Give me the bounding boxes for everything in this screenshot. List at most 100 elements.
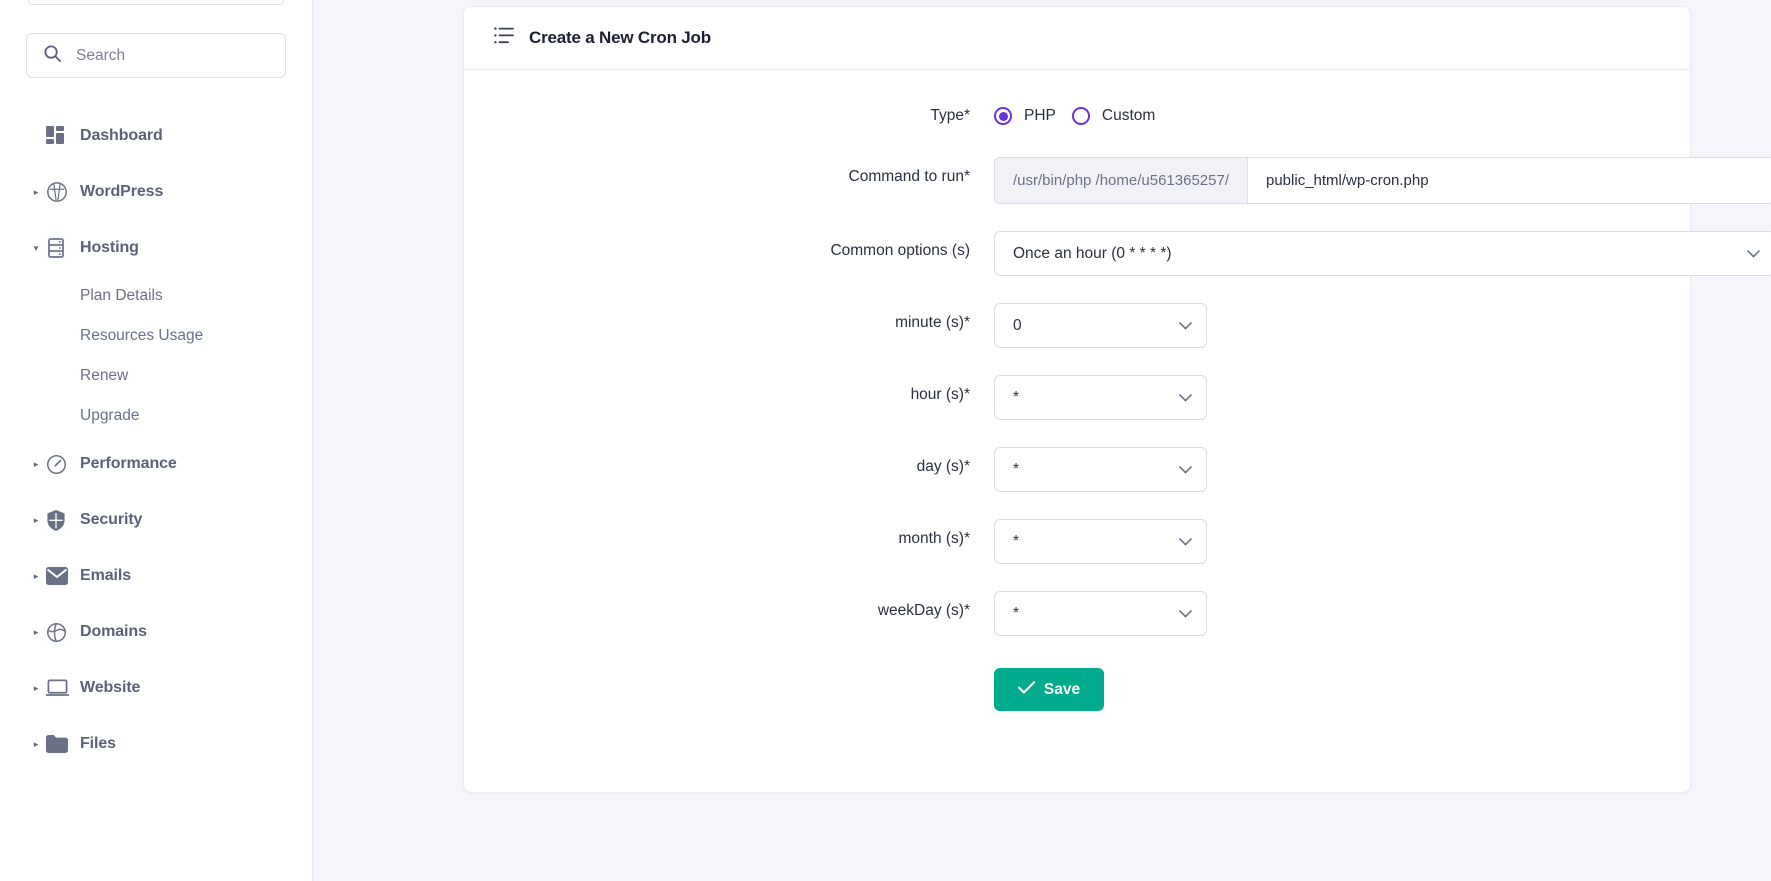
command-label: Command to run* — [848, 168, 970, 185]
laptop-icon — [46, 679, 80, 697]
globe-icon — [46, 622, 80, 643]
month-label: month (s)* — [898, 530, 971, 547]
day-value: * — [1013, 460, 1020, 478]
save-control: Save — [994, 668, 1640, 711]
sidebar-item-files[interactable]: ▸ Files — [26, 716, 286, 772]
sidebar-item-website[interactable]: ▸ Website — [26, 660, 286, 716]
sidebar-nav: Dashboard ▸ WordPress ▾ Hosting Plan Det… — [26, 108, 286, 772]
sidebar-item-label: Security — [80, 511, 143, 528]
card-header: Create a New Cron Job — [464, 7, 1690, 70]
sidebar: Dashboard ▸ WordPress ▾ — [0, 0, 313, 881]
sidebar-item-dashboard[interactable]: Dashboard — [26, 108, 286, 164]
weekday-label: weekDay (s)* — [877, 602, 970, 619]
list-lines-icon — [494, 27, 514, 49]
save-button[interactable]: Save — [994, 668, 1104, 711]
month-value: * — [1013, 532, 1020, 550]
form-row-save: Save — [464, 668, 1640, 711]
minute-control: 0 — [994, 303, 1640, 348]
month-control: * — [994, 519, 1640, 564]
common-options-select[interactable]: Once an hour (0 * * * *) — [994, 231, 1771, 276]
chevron-down-icon[interactable] — [1747, 249, 1760, 258]
chevron-down-icon[interactable]: ▾ — [26, 243, 46, 253]
sidebar-item-label: Domains — [80, 623, 147, 640]
hour-value: * — [1013, 388, 1020, 406]
radio-option-custom[interactable]: Custom — [1071, 107, 1155, 125]
type-control: PHP Custom — [994, 102, 1640, 130]
minute-select[interactable]: 0 — [994, 303, 1207, 348]
folder-icon — [46, 735, 80, 753]
chevron-right-icon[interactable]: ▸ — [26, 627, 46, 637]
save-spacer — [464, 668, 994, 680]
form-row-minute: minute (s)* 0 — [464, 303, 1640, 348]
performance-gauge-icon — [46, 454, 80, 475]
weekday-control: * — [994, 591, 1640, 636]
sidebar-item-performance[interactable]: ▸ Performance — [26, 436, 286, 492]
sidebar-item-label: Website — [80, 679, 141, 696]
card-body: Type* PHP Custom Command to run* /usr/bi… — [464, 70, 1771, 792]
chevron-right-icon[interactable]: ▸ — [26, 187, 46, 197]
sidebar-item-wordpress[interactable]: ▸ WordPress — [26, 164, 286, 220]
command-input-group: /usr/bin/php /home/u561365257/ — [994, 157, 1771, 204]
chevron-down-icon[interactable] — [1179, 393, 1192, 402]
sidebar-item-label: WordPress — [80, 183, 164, 200]
radio-dot-icon[interactable] — [994, 107, 1012, 125]
chevron-down-icon[interactable] — [1179, 465, 1192, 474]
radio-dot-icon[interactable] — [1071, 107, 1090, 125]
sidebar-subitem-upgrade[interactable]: Upgrade — [26, 396, 286, 436]
day-label: day (s)* — [916, 458, 970, 475]
command-prefix: /usr/bin/php /home/u561365257/ — [995, 158, 1248, 203]
form-row-hour: hour (s)* * — [464, 375, 1640, 420]
form-row-day: day (s)* * — [464, 447, 1640, 492]
chevron-right-icon[interactable]: ▸ — [26, 571, 46, 581]
wordpress-icon — [46, 181, 80, 203]
form-row-command: Command to run* /usr/bin/php /home/u5613… — [464, 157, 1771, 204]
save-button-label: Save — [1043, 680, 1081, 698]
common-options-control: Once an hour (0 * * * *) — [994, 231, 1771, 276]
day-select[interactable]: * — [994, 447, 1207, 492]
search-input[interactable] — [76, 46, 269, 65]
sidebar-item-emails[interactable]: ▸ Emails — [26, 548, 286, 604]
form-row-weekday: weekDay (s)* * — [464, 591, 1640, 636]
hour-select[interactable]: * — [994, 375, 1207, 420]
command-control: /usr/bin/php /home/u561365257/ — [994, 157, 1771, 204]
command-input[interactable] — [1248, 158, 1771, 203]
common-options-value: Once an hour (0 * * * *) — [1013, 244, 1172, 262]
radio-option-php[interactable]: PHP — [994, 107, 1056, 125]
sidebar-subitem-resources-usage[interactable]: Resources Usage — [26, 316, 286, 356]
sidebar-subitem-plan-details[interactable]: Plan Details — [26, 276, 286, 316]
hour-label: hour (s)* — [910, 386, 970, 403]
dashboard-icon — [46, 126, 80, 146]
sidebar-item-domains[interactable]: ▸ Domains — [26, 604, 286, 660]
check-icon — [1017, 680, 1035, 699]
sidebar-subitem-renew[interactable]: Renew — [26, 356, 286, 396]
type-radio-group: PHP Custom — [994, 102, 1640, 130]
chevron-down-icon[interactable] — [1179, 609, 1192, 618]
sidebar-item-security[interactable]: ▸ Security — [26, 492, 286, 548]
hosting-icon — [46, 238, 80, 258]
sidebar-item-label: Performance — [80, 455, 177, 472]
type-label: Type* — [930, 107, 970, 124]
day-control: * — [994, 447, 1640, 492]
minute-value: 0 — [1013, 316, 1022, 334]
hour-control: * — [994, 375, 1640, 420]
chevron-right-icon[interactable]: ▸ — [26, 739, 46, 749]
month-select[interactable]: * — [994, 519, 1207, 564]
weekday-select[interactable]: * — [994, 591, 1207, 636]
search-box[interactable] — [26, 33, 286, 78]
radio-label-php: PHP — [1024, 107, 1056, 124]
minute-label: minute (s)* — [895, 314, 970, 331]
envelope-icon — [46, 567, 80, 585]
sidebar-item-hosting[interactable]: ▾ Hosting — [26, 220, 286, 276]
chevron-down-icon[interactable] — [1179, 321, 1192, 330]
form-row-type: Type* PHP Custom — [464, 102, 1640, 130]
chevron-right-icon[interactable]: ▸ — [26, 459, 46, 469]
sidebar-item-label: Hosting — [80, 239, 139, 256]
chevron-right-icon[interactable]: ▸ — [26, 515, 46, 525]
sidebar-item-label: Emails — [80, 567, 131, 584]
weekday-value: * — [1013, 604, 1020, 622]
form-row-month: month (s)* * — [464, 519, 1640, 564]
shield-icon — [46, 509, 80, 531]
sidebar-top-stub — [28, 0, 284, 5]
chevron-right-icon[interactable]: ▸ — [26, 683, 46, 693]
chevron-down-icon[interactable] — [1179, 537, 1192, 546]
